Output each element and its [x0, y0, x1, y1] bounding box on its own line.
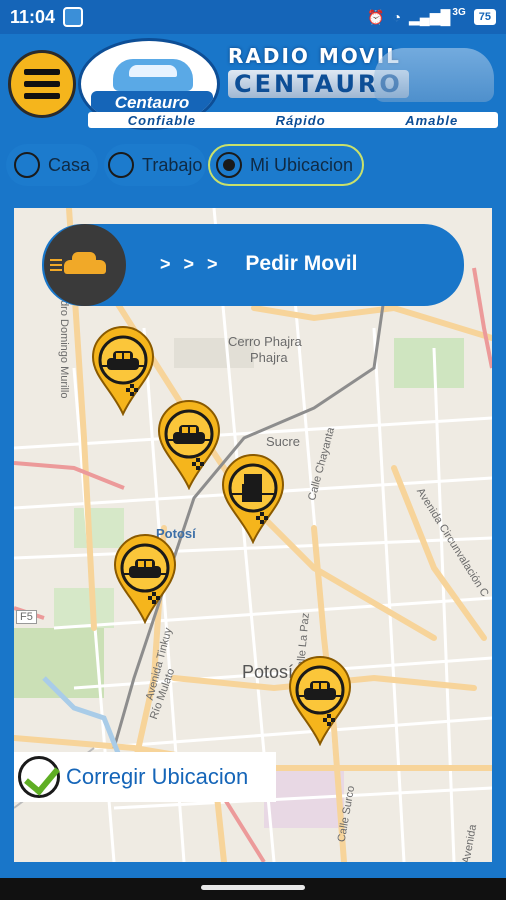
status-bar: 11:04 ⏰ ◔ ▂▄▆█ 3G 75 — [0, 0, 506, 34]
taxi-marker-icon[interactable] — [112, 532, 178, 624]
map-label-phajra: Phajra — [250, 350, 288, 365]
radio-button-icon[interactable] — [108, 152, 134, 178]
radio-mi-ubicacion[interactable]: Mi Ubicacion — [208, 144, 364, 186]
hamburger-icon — [24, 69, 60, 75]
map-label-cerro: Cerro Phajra — [228, 334, 302, 349]
radio-casa-label: Casa — [48, 154, 91, 175]
home-gesture-handle[interactable] — [201, 885, 305, 890]
signal-icon: ▂▄▆█ — [409, 8, 451, 25]
taxi-marker-icon[interactable] — [287, 654, 353, 746]
radio-button-icon[interactable] — [14, 152, 40, 178]
tagline-item-3: Amable — [405, 112, 459, 128]
location-options: Casa Trabajo Mi Ubicacion — [0, 142, 506, 190]
map-label-f5: F5 — [16, 610, 37, 624]
network-type: 3G — [452, 6, 466, 18]
radio-casa[interactable]: Casa — [6, 144, 98, 186]
radio-button-checked-icon[interactable] — [216, 152, 242, 178]
status-icons: ⏰ ◔ ▂▄▆█ 3G 75 — [367, 6, 496, 26]
radio-trabajo-label: Trabajo — [142, 154, 203, 175]
alarm-icon: ⏰ — [367, 8, 385, 25]
map-label-potosi-big: Potosí — [242, 662, 294, 682]
header-banner: RADIO MOVIL CENTAURO — [228, 44, 498, 114]
menu-button[interactable] — [8, 50, 76, 118]
app-notification-icon — [63, 7, 84, 27]
radio-trabajo[interactable]: Trabajo — [104, 144, 206, 186]
tagline: Confiable Rápido Amable — [88, 112, 498, 128]
logo-car-icon — [113, 59, 193, 91]
pedir-movil-text: Pedir Movil — [245, 252, 358, 275]
correct-location-button[interactable]: Corregir Ubicacion — [14, 752, 276, 802]
app-header: Centauro RADIO MOVIL CENTAURO Confiable … — [0, 34, 506, 134]
info-marker-icon[interactable] — [220, 452, 286, 544]
tagline-item-2: Rápido — [275, 112, 326, 128]
checkmark-icon — [18, 756, 60, 798]
banner-car-icon — [374, 48, 494, 102]
radio-mi-ubicacion-label: Mi Ubicacion — [250, 154, 354, 175]
taxi-icon[interactable] — [44, 224, 126, 306]
taxi-marker-icon[interactable] — [90, 324, 156, 416]
tagline-item-1: Confiable — [127, 112, 197, 128]
correct-location-label: Corregir Ubicacion — [66, 764, 249, 789]
status-time: 11:04 — [10, 6, 56, 27]
wifi-icon: ◔ — [392, 9, 402, 25]
taxi-marker-icon[interactable] — [156, 398, 222, 490]
map-label-sucre: Sucre — [266, 434, 300, 449]
request-taxi-label[interactable]: > > > Pedir Movil — [160, 252, 357, 276]
battery-icon: 75 — [473, 9, 496, 25]
arrows-icon: > > > — [160, 254, 222, 274]
